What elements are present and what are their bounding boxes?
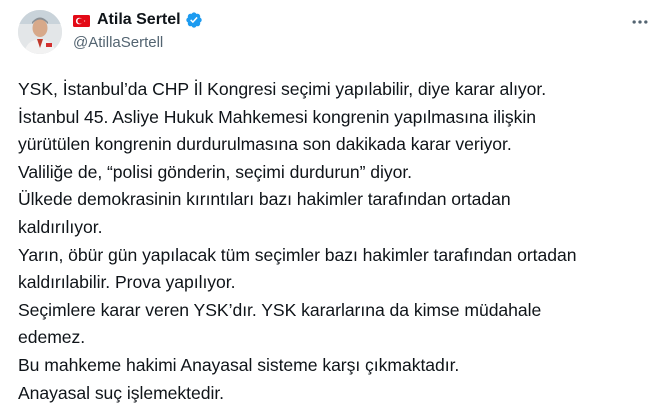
tweet-text-line: kaldırılıyor. [18, 216, 103, 237]
display-name[interactable]: Atila Sertel [97, 11, 181, 29]
name-row: Atila Sertel [73, 9, 203, 31]
user-handle[interactable]: @AtillaSertell [73, 34, 203, 51]
tweet-text-line: yürütülen kongrenin durdurulmasına son d… [18, 134, 512, 155]
tweet-text-line: Anayasal suç işlemektedir. [18, 382, 225, 403]
more-options-button[interactable] [627, 9, 653, 35]
tweet-text-line: Seçimlere karar veren YSK’dır. YSK karar… [18, 299, 542, 320]
tweet-text-line: Yarın, öbür gün yapılacak tüm seçimler b… [18, 244, 577, 265]
tweet-text-line: İstanbul 45. Asliye Hukuk Mahkemesi kong… [18, 106, 536, 127]
tweet-text-line: edemez. [18, 327, 86, 348]
tweet-text-line: kaldırılabilir. Prova yapılıyor. [18, 272, 236, 293]
avatar-image [18, 10, 62, 54]
tweet-card: Atila Sertel @AtillaSertell YSK, İstanbu… [0, 0, 665, 406]
tweet-text-line: Bu mahkeme hakimi Anayasal sisteme karşı… [18, 354, 460, 375]
verified-badge-icon [185, 11, 203, 29]
avatar[interactable] [18, 10, 62, 54]
tweet-header: Atila Sertel @AtillaSertell [73, 9, 203, 51]
tweet-text-line: Valiliğe de, “polisi gönderin, seçimi du… [18, 161, 413, 182]
more-horizontal-icon [632, 20, 648, 24]
turkey-flag-icon [73, 14, 90, 27]
tweet-text-line: Ülkede demokrasinin kırıntıları bazı hak… [18, 189, 511, 210]
tweet-text-line: YSK, İstanbul’da CHP İl Kongresi seçimi … [18, 79, 547, 99]
tweet-text: YSK, İstanbul’da CHP İl Kongresi seçimi … [18, 76, 658, 406]
